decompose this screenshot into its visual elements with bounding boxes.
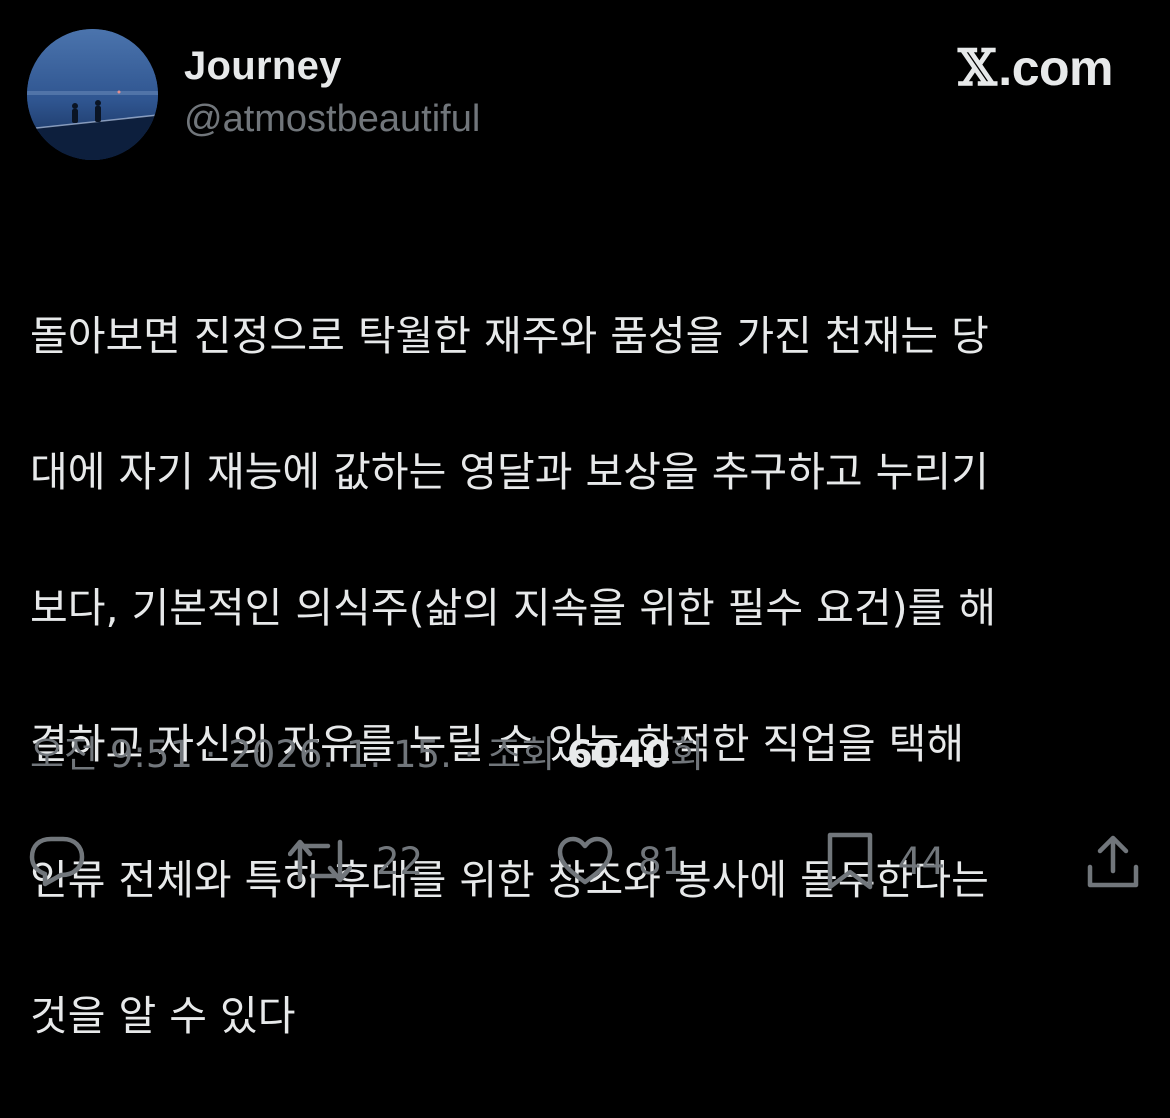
- tweet-line: 대에 자기 재능에 값하는 영달과 보상을 추구하고 누리기: [30, 448, 989, 496]
- tweet-line: 돌아보면 진정으로 탁월한 재주와 품성을 가진 천재는 당: [30, 312, 989, 360]
- tweet-meta: 오전 9:51 · 2026. 1. 15. · 조회 6040회: [30, 730, 704, 780]
- action-bar: 22 81 44: [0, 828, 1170, 894]
- retweet-icon: [288, 839, 352, 883]
- like-count: 81: [638, 839, 686, 883]
- bookmark-icon: [827, 832, 873, 890]
- user-handle[interactable]: @atmostbeautiful: [184, 96, 480, 142]
- views-label: 조회: [487, 733, 567, 776]
- retweet-count: 22: [376, 839, 424, 883]
- author-block[interactable]: Journey @atmostbeautiful: [184, 42, 480, 142]
- site-logo: 𝕏.com: [958, 38, 1113, 97]
- bookmark-count: 44: [898, 839, 946, 883]
- tweet-line: 것을 알 수 있다: [30, 992, 296, 1040]
- heart-icon: [557, 836, 613, 885]
- x-logo-icon: 𝕏: [958, 38, 997, 97]
- views-count: 6040: [566, 733, 670, 776]
- share-icon: [1087, 835, 1139, 888]
- tweet-time[interactable]: 오전 9:51: [30, 733, 193, 776]
- reply-button[interactable]: [28, 828, 86, 894]
- avatar-image: [27, 29, 158, 160]
- retweet-button[interactable]: 22: [288, 828, 423, 894]
- like-button[interactable]: 81: [556, 828, 685, 894]
- tweet-date[interactable]: 2026. 1. 15.: [228, 733, 452, 776]
- tweet-text: 돌아보면 진정으로 탁월한 재주와 품성을 가진 천재는 당 대에 자기 재능에…: [30, 234, 1130, 1118]
- share-button[interactable]: [1085, 828, 1141, 894]
- reply-icon: [29, 836, 85, 887]
- avatar[interactable]: [27, 29, 158, 160]
- views-suffix: 회: [669, 733, 704, 776]
- display-name[interactable]: Journey: [184, 42, 480, 90]
- tweet-line: 보다, 기본적인 의식주(삶의 지속을 위한 필수 요건)를 해: [30, 584, 997, 632]
- meta-separator: ·: [451, 733, 488, 776]
- bookmark-button[interactable]: 44: [826, 828, 945, 894]
- meta-separator: ·: [192, 733, 229, 776]
- site-domain: .com: [998, 40, 1113, 96]
